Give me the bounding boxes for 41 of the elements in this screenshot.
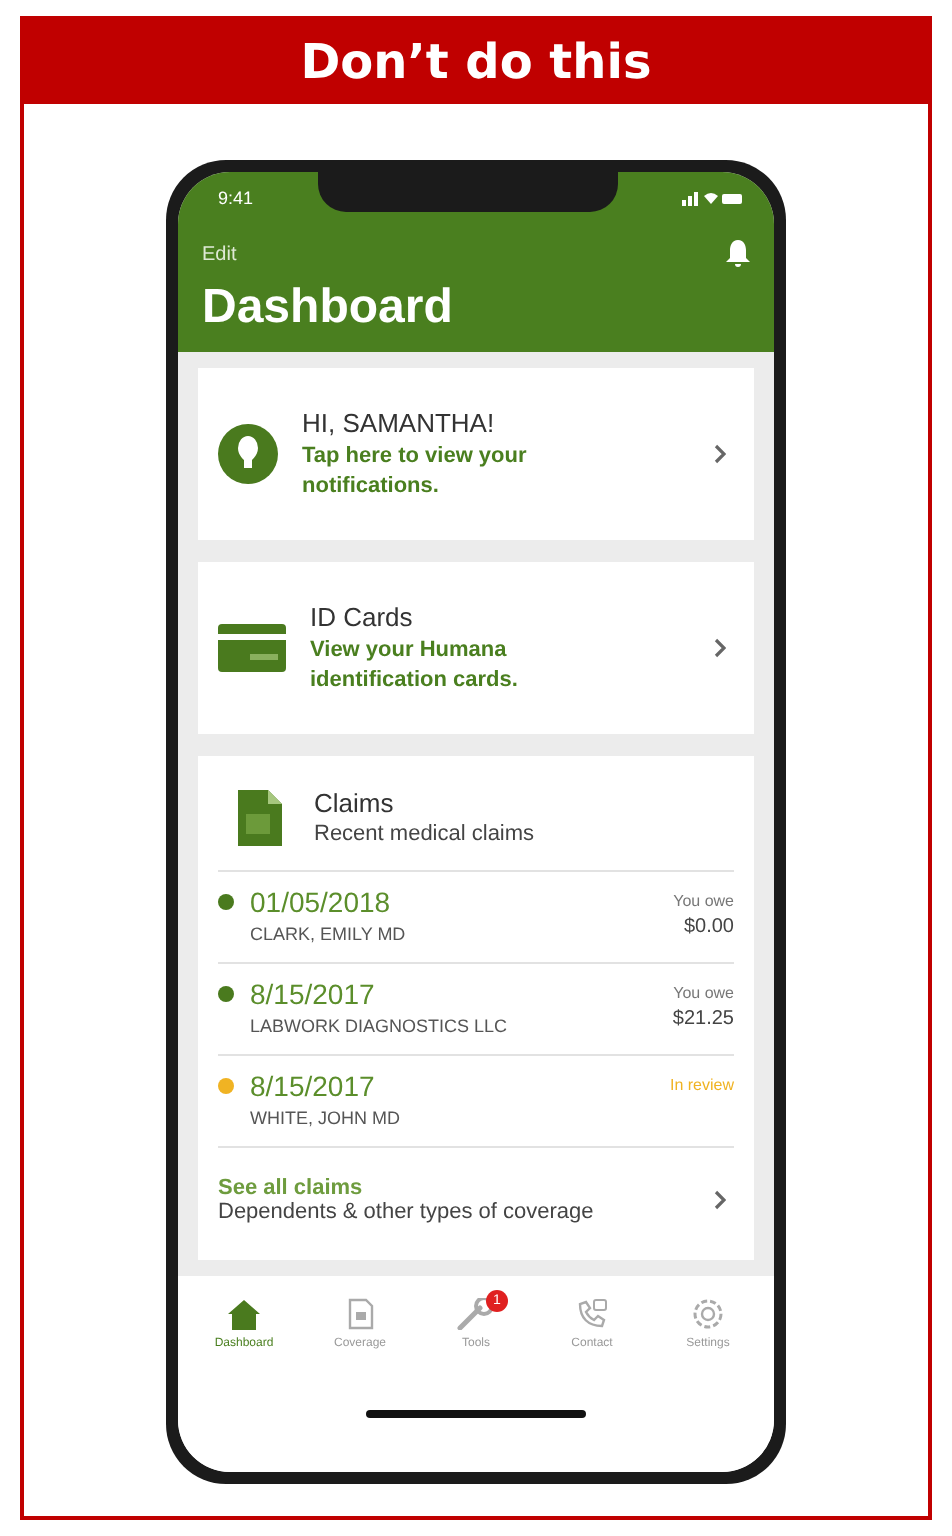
status-time: 9:41 — [218, 188, 254, 208]
chevron-icon — [714, 444, 726, 464]
card-title: Claims — [314, 788, 396, 818]
chevron-icon — [714, 638, 726, 658]
id-card-icon — [218, 624, 286, 672]
chevron-icon — [714, 1190, 726, 1210]
bell-icon[interactable] — [726, 240, 750, 268]
person-icon — [218, 424, 278, 484]
card-title: HI, SAMANTHA! — [302, 408, 497, 439]
provider-name: CLARK, EMILY MD — [250, 924, 406, 944]
page-title: Dashboard — [202, 280, 455, 336]
wrench-icon — [456, 1298, 496, 1330]
card-subtitle: Tap here to view your notifications. — [302, 442, 529, 500]
claim-amount: $21.25 — [672, 1008, 734, 1030]
banner-title: Don’t do this — [300, 34, 652, 90]
dashboard-card[interactable]: ID Cards View your Humana identification cards. — [198, 562, 754, 734]
see-all-claims-link[interactable]: See all claims Dependents & other types of coverage — [218, 1146, 734, 1244]
claim-date: 8/15/2017 — [250, 978, 375, 1010]
house-icon — [228, 1299, 260, 1329]
claim-date: 8/15/2017 — [250, 1070, 375, 1102]
provider-name: WHITE, JOHN MD — [250, 1108, 400, 1128]
claim-status: In review — [669, 1076, 734, 1094]
card-subtitle: View your Humana identification cards. — [310, 636, 520, 694]
provider-name: LABWORK DIAGNOSTICS LLC — [250, 1016, 508, 1036]
claim-date: 01/05/2018 — [250, 886, 391, 918]
phone-icon — [576, 1298, 608, 1330]
claim-status: You owe — [673, 984, 734, 1002]
claim-row[interactable]: 01/05/2018 CLARK, EMILY MD You owe $0.00 — [218, 870, 734, 962]
card-subtitle: Recent medical claims — [314, 822, 537, 846]
signal-battery-icon — [682, 190, 742, 206]
card-title: ID Cards — [310, 602, 415, 633]
claim-status: You owe — [673, 892, 734, 910]
edit-button[interactable]: Edit — [202, 243, 237, 265]
document-icon — [238, 789, 282, 845]
claim-row[interactable]: 8/15/2017 LABWORK DIAGNOSTICS LLC You owe $21.25 — [218, 962, 734, 1054]
dashboard-card[interactable]: HI, SAMANTHA! Tap here to view your notifications. — [198, 368, 754, 540]
home-indicator[interactable] — [366, 1409, 586, 1417]
claim-row[interactable]: 8/15/2017 WHITE, JOHN MD In review — [218, 1054, 734, 1146]
claim-amount: $0.00 — [683, 916, 734, 938]
document-icon — [347, 1298, 373, 1330]
settings-icon — [692, 1298, 724, 1330]
